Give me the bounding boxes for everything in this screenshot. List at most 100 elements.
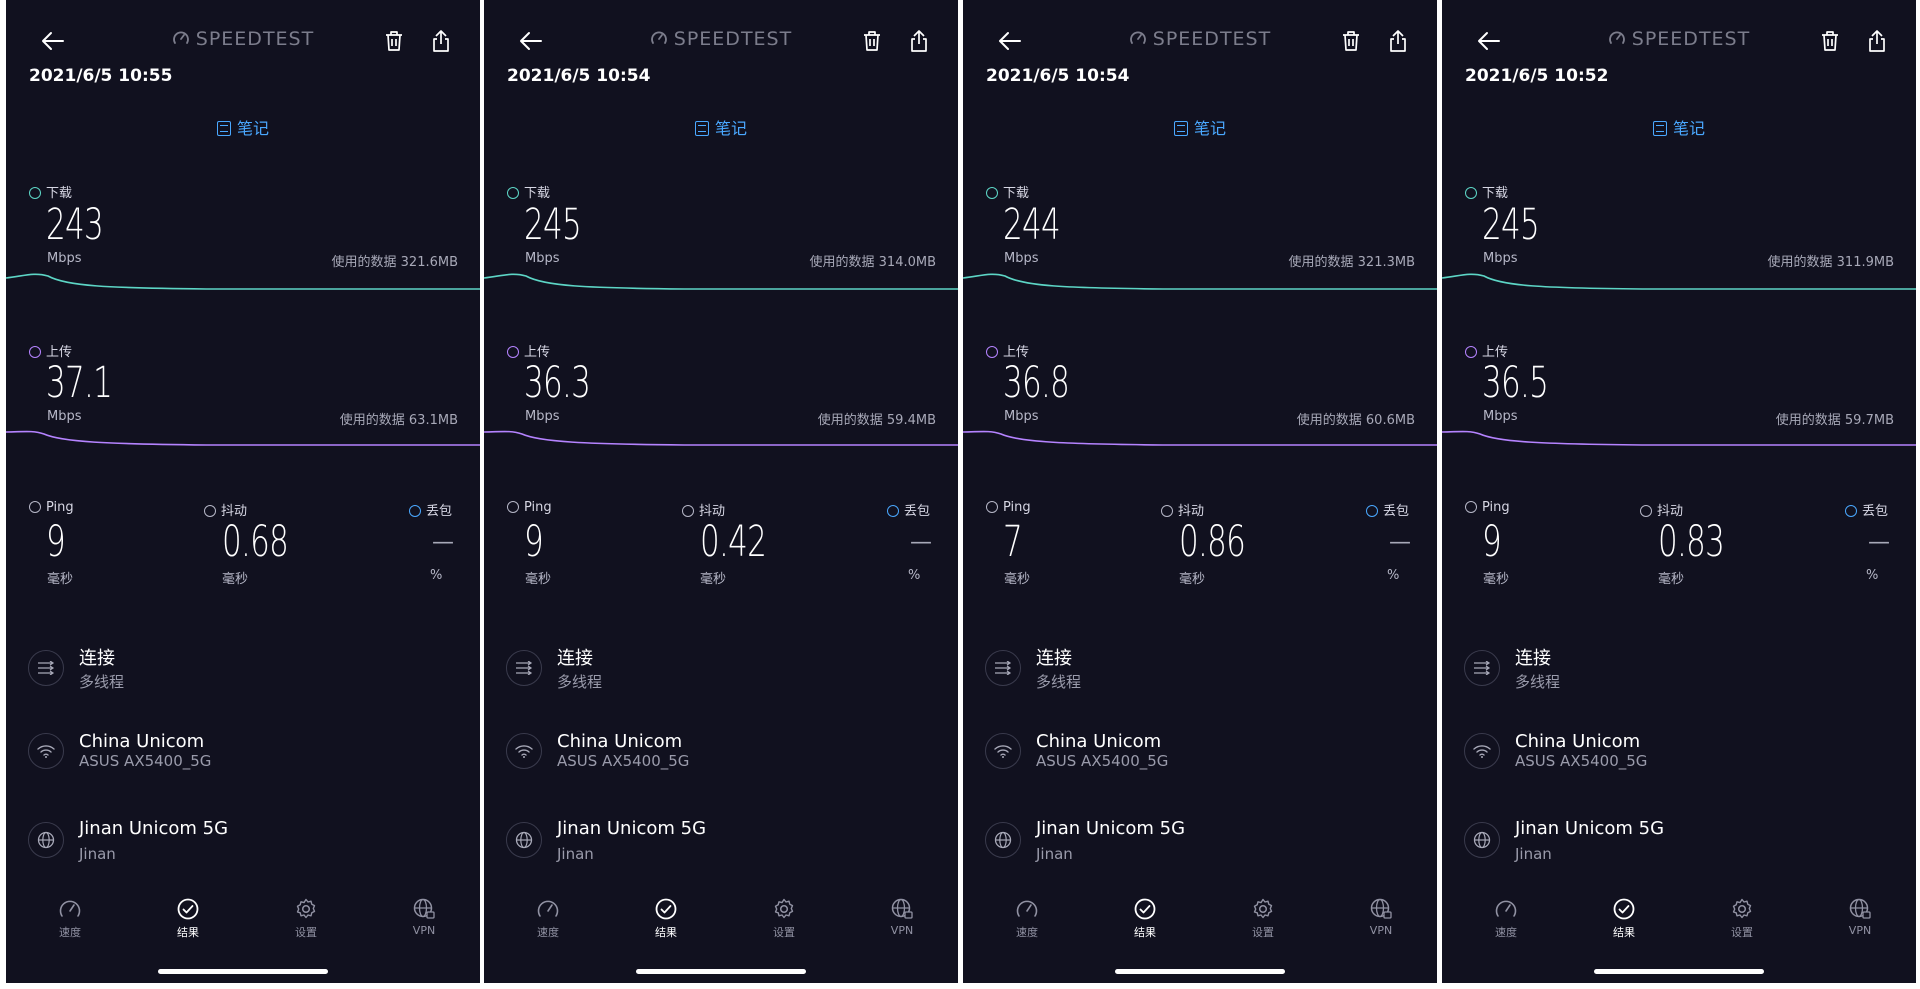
share-icon: [1869, 30, 1885, 52]
packet-loss-value: —: [1389, 530, 1411, 555]
connections-value: 多线程: [557, 673, 603, 691]
isp-name: China Unicom: [79, 731, 205, 752]
nav-results[interactable]: 结果: [158, 898, 218, 940]
nav-results-label: 结果: [177, 926, 199, 939]
packet-loss-value: —: [910, 530, 932, 555]
trash-icon: [1343, 31, 1359, 51]
nav-speed-label: 速度: [537, 926, 559, 939]
upload-speed: 36.8: [1003, 358, 1070, 408]
help-icon: [1845, 505, 1857, 517]
multi-thread-icon: [38, 661, 55, 675]
speedometer-icon: [59, 900, 81, 917]
share-button[interactable]: [424, 24, 458, 58]
notes-button[interactable]: 笔记: [6, 115, 480, 139]
nav-vpn[interactable]: VPN: [394, 898, 454, 937]
packet-loss-unit: %: [1387, 568, 1400, 583]
download-unit: Mbps: [1004, 251, 1039, 266]
globe-icon: [37, 831, 55, 849]
nav-speed-label: 速度: [59, 926, 81, 939]
gear-icon: [1253, 898, 1273, 919]
nav-speed[interactable]: 速度: [518, 898, 578, 940]
packet-loss-label[interactable]: 丢包: [409, 500, 452, 519]
connections-value: 多线程: [1036, 673, 1082, 691]
notes-button[interactable]: 笔记: [963, 115, 1437, 139]
nav-settings-label: 设置: [1252, 926, 1274, 939]
nav-results[interactable]: 结果: [636, 898, 696, 940]
phone-screen: SPEEDTEST 2021/6/5 10:52 笔记 下载 245 Mbps …: [1442, 0, 1916, 983]
nav-speed[interactable]: 速度: [1476, 898, 1536, 940]
result-datetime: 2021/6/5 10:54: [507, 66, 651, 86]
download-speed-graph: [963, 273, 1437, 290]
nav-settings[interactable]: 设置: [754, 898, 814, 940]
share-button[interactable]: [1860, 24, 1894, 58]
ping-label: Ping: [29, 500, 74, 515]
notes-label: 笔记: [714, 119, 747, 138]
packet-loss-label[interactable]: 丢包: [1366, 500, 1409, 519]
packet-loss-unit: %: [908, 568, 921, 583]
notes-button[interactable]: 笔记: [1442, 115, 1916, 139]
home-indicator: [1115, 969, 1285, 974]
isp-name: China Unicom: [1036, 731, 1162, 752]
nav-settings-label: 设置: [295, 926, 317, 939]
nav-speed-label: 速度: [1495, 926, 1517, 939]
wifi-icon: [994, 745, 1012, 758]
check-circle-icon: [1134, 898, 1156, 920]
vpn-globe-icon: [1370, 898, 1392, 919]
connections-title: 连接: [1036, 648, 1072, 669]
connections-circle: [506, 650, 542, 686]
connections-value: 多线程: [1515, 673, 1561, 691]
ping-unit: 毫秒: [1483, 572, 1510, 587]
brand-text: SPEEDTEST: [673, 28, 793, 50]
notes-label: 笔记: [236, 119, 269, 138]
upload-speed-graph: [1442, 430, 1916, 446]
delete-button[interactable]: [1334, 24, 1368, 58]
server-city: Jinan: [557, 845, 594, 863]
nav-settings[interactable]: 设置: [1233, 898, 1293, 940]
nav-speed[interactable]: 速度: [40, 898, 100, 940]
nav-settings[interactable]: 设置: [1712, 898, 1772, 940]
provider-circle: [985, 733, 1021, 769]
download-speed: 244: [1003, 200, 1061, 250]
nav-results-label: 结果: [1613, 926, 1635, 939]
connections-title: 连接: [557, 648, 593, 669]
delete-button[interactable]: [377, 24, 411, 58]
nav-results[interactable]: 结果: [1594, 898, 1654, 940]
globe-icon: [515, 831, 533, 849]
help-icon: [409, 505, 421, 517]
packet-loss-label[interactable]: 丢包: [887, 500, 930, 519]
check-circle-icon: [655, 898, 677, 920]
jitter-icon: [1640, 505, 1652, 517]
speedometer-icon: [1495, 900, 1517, 917]
note-icon: [216, 121, 231, 136]
download-label: 下载: [507, 182, 550, 201]
delete-button[interactable]: [1813, 24, 1847, 58]
home-indicator: [636, 969, 806, 974]
nav-vpn[interactable]: VPN: [1830, 898, 1890, 937]
packet-loss-value: —: [432, 530, 454, 555]
notes-button[interactable]: 笔记: [484, 115, 958, 139]
download-speed: 245: [1482, 200, 1540, 250]
download-arrow-icon: [29, 187, 41, 199]
packet-loss-label[interactable]: 丢包: [1845, 500, 1888, 519]
multi-thread-icon: [995, 661, 1012, 675]
nav-vpn[interactable]: VPN: [872, 898, 932, 937]
delete-button[interactable]: [855, 24, 889, 58]
gauge-icon: [650, 29, 668, 47]
upload-speed: 36.3: [524, 358, 591, 408]
connections-title: 连接: [1515, 648, 1551, 669]
upload-unit: Mbps: [47, 409, 82, 424]
nav-vpn-label: VPN: [412, 924, 436, 937]
connections-circle: [985, 650, 1021, 686]
nav-speed[interactable]: 速度: [997, 898, 1057, 940]
nav-settings[interactable]: 设置: [276, 898, 336, 940]
share-button[interactable]: [1381, 24, 1415, 58]
vpn-globe-icon: [1849, 898, 1871, 919]
packet-loss-unit: %: [1866, 568, 1879, 583]
nav-vpn[interactable]: VPN: [1351, 898, 1411, 937]
nav-results[interactable]: 结果: [1115, 898, 1175, 940]
nav-results-label: 结果: [1134, 926, 1156, 939]
jitter-unit: 毫秒: [700, 572, 727, 587]
home-indicator: [1594, 969, 1764, 974]
phone-screen: SPEEDTEST 2021/6/5 10:54 笔记 下载 245 Mbps …: [484, 0, 958, 983]
share-button[interactable]: [902, 24, 936, 58]
